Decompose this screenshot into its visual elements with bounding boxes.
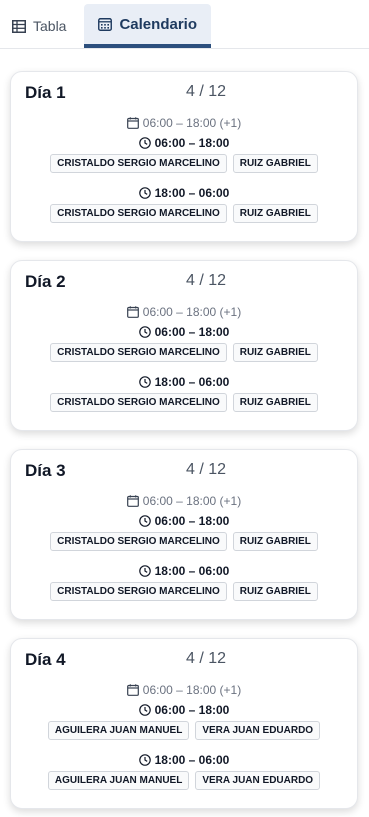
day-count: 4 / 12 xyxy=(186,461,227,478)
day-count: 4 / 12 xyxy=(186,650,227,667)
shift-time-text: 06:00 – 18:00 xyxy=(154,703,230,717)
shift-assignees: CRISTALDO SERGIO MARCELINO RUIZ GABRIEL xyxy=(11,154,357,173)
clock-icon xyxy=(138,187,151,199)
calendar-cards: Día 1 4 / 12 06:00 – 18:00 (+1) 06:00 – … xyxy=(0,49,369,809)
day-range-text: 06:00 – 18:00 (+1) xyxy=(142,494,242,508)
assignee-tag[interactable]: RUIZ GABRIEL xyxy=(232,154,318,173)
shift-time-text: 18:00 – 06:00 xyxy=(154,753,230,767)
day-card-header: Día 4 4 / 12 xyxy=(25,649,343,673)
day-card: Día 2 4 / 12 06:00 – 18:00 (+1) 06:00 – … xyxy=(10,260,358,431)
tab-calendario[interactable]: Calendario xyxy=(84,4,211,48)
calendar-icon xyxy=(126,117,139,129)
assignee-tag[interactable]: RUIZ GABRIEL xyxy=(232,532,318,551)
tab-label: Calendario xyxy=(119,15,197,33)
shift-time: 18:00 – 06:00 xyxy=(11,375,357,389)
assignee-tag[interactable]: RUIZ GABRIEL xyxy=(232,343,318,362)
assignee-tag[interactable]: CRISTALDO SERGIO MARCELINO xyxy=(50,204,227,223)
clock-icon xyxy=(138,376,151,388)
assignee-tag[interactable]: CRISTALDO SERGIO MARCELINO xyxy=(50,154,227,173)
assignee-tag[interactable]: AGUILERA JUAN MANUEL xyxy=(47,771,190,790)
shift-assignees: CRISTALDO SERGIO MARCELINO RUIZ GABRIEL xyxy=(11,204,357,223)
day-label: Día 1 xyxy=(25,83,66,102)
day-range: 06:00 – 18:00 (+1) xyxy=(11,683,357,697)
day-range: 06:00 – 18:00 (+1) xyxy=(11,494,357,508)
day-label: Día 3 xyxy=(25,461,66,480)
shift-time: 06:00 – 18:00 xyxy=(11,514,357,528)
day-range-text: 06:00 – 18:00 (+1) xyxy=(142,305,242,319)
assignee-tag[interactable]: VERA JUAN EDUARDO xyxy=(195,771,321,790)
day-card-header: Día 3 4 / 12 xyxy=(25,460,343,484)
assignee-tag[interactable]: CRISTALDO SERGIO MARCELINO xyxy=(50,343,227,362)
shift-assignees: CRISTALDO SERGIO MARCELINO RUIZ GABRIEL xyxy=(11,343,357,362)
day-label: Día 4 xyxy=(25,650,66,669)
shift-assignees: AGUILERA JUAN MANUEL VERA JUAN EDUARDO xyxy=(11,771,357,790)
calendar-icon xyxy=(126,306,139,318)
assignee-tag[interactable]: VERA JUAN EDUARDO xyxy=(195,721,321,740)
tab-tabla[interactable]: Tabla xyxy=(0,4,78,48)
assignee-tag[interactable]: CRISTALDO SERGIO MARCELINO xyxy=(50,393,227,412)
day-card: Día 1 4 / 12 06:00 – 18:00 (+1) 06:00 – … xyxy=(10,71,358,242)
clock-icon xyxy=(138,704,151,716)
shift-time: 06:00 – 18:00 xyxy=(11,325,357,339)
shift-assignees: CRISTALDO SERGIO MARCELINO RUIZ GABRIEL xyxy=(11,582,357,601)
clock-icon xyxy=(138,754,151,766)
assignee-tag[interactable]: RUIZ GABRIEL xyxy=(232,393,318,412)
shift-time-text: 18:00 – 06:00 xyxy=(154,186,230,200)
shift-time: 18:00 – 06:00 xyxy=(11,186,357,200)
shift-time-text: 06:00 – 18:00 xyxy=(154,514,230,528)
shift-assignees: CRISTALDO SERGIO MARCELINO RUIZ GABRIEL xyxy=(11,393,357,412)
assignee-tag[interactable]: CRISTALDO SERGIO MARCELINO xyxy=(50,532,227,551)
shift-time-text: 18:00 – 06:00 xyxy=(154,375,230,389)
shift-time-text: 06:00 – 18:00 xyxy=(154,136,230,150)
day-card-header: Día 2 4 / 12 xyxy=(25,271,343,295)
day-range-text: 06:00 – 18:00 (+1) xyxy=(142,683,242,697)
assignee-tag[interactable]: RUIZ GABRIEL xyxy=(232,582,318,601)
shift-time: 18:00 – 06:00 xyxy=(11,564,357,578)
assignee-tag[interactable]: CRISTALDO SERGIO MARCELINO xyxy=(50,582,227,601)
table-icon xyxy=(12,19,26,33)
day-card: Día 4 4 / 12 06:00 – 18:00 (+1) 06:00 – … xyxy=(10,638,358,809)
day-count: 4 / 12 xyxy=(186,272,227,289)
shift-time-text: 06:00 – 18:00 xyxy=(154,325,230,339)
day-label: Día 2 xyxy=(25,272,66,291)
clock-icon xyxy=(138,326,151,338)
clock-icon xyxy=(138,515,151,527)
assignee-tag[interactable]: AGUILERA JUAN MANUEL xyxy=(47,721,190,740)
calendar-icon xyxy=(126,495,139,507)
shift-time-text: 18:00 – 06:00 xyxy=(154,564,230,578)
shift-assignees: CRISTALDO SERGIO MARCELINO RUIZ GABRIEL xyxy=(11,532,357,551)
shift-time: 06:00 – 18:00 xyxy=(11,136,357,150)
calendar-icon xyxy=(98,17,113,31)
shift-assignees: AGUILERA JUAN MANUEL VERA JUAN EDUARDO xyxy=(11,721,357,740)
day-range-text: 06:00 – 18:00 (+1) xyxy=(142,116,242,130)
day-card: Día 3 4 / 12 06:00 – 18:00 (+1) 06:00 – … xyxy=(10,449,358,620)
shift-time: 06:00 – 18:00 xyxy=(11,703,357,717)
day-range: 06:00 – 18:00 (+1) xyxy=(11,305,357,319)
view-tabs: Tabla Calendario xyxy=(0,0,369,49)
shift-time: 18:00 – 06:00 xyxy=(11,753,357,767)
tab-label: Tabla xyxy=(33,18,67,34)
day-range: 06:00 – 18:00 (+1) xyxy=(11,116,357,130)
calendar-icon xyxy=(126,684,139,696)
clock-icon xyxy=(138,565,151,577)
day-count: 4 / 12 xyxy=(186,83,227,100)
assignee-tag[interactable]: RUIZ GABRIEL xyxy=(232,204,318,223)
day-card-header: Día 1 4 / 12 xyxy=(25,82,343,106)
clock-icon xyxy=(138,137,151,149)
